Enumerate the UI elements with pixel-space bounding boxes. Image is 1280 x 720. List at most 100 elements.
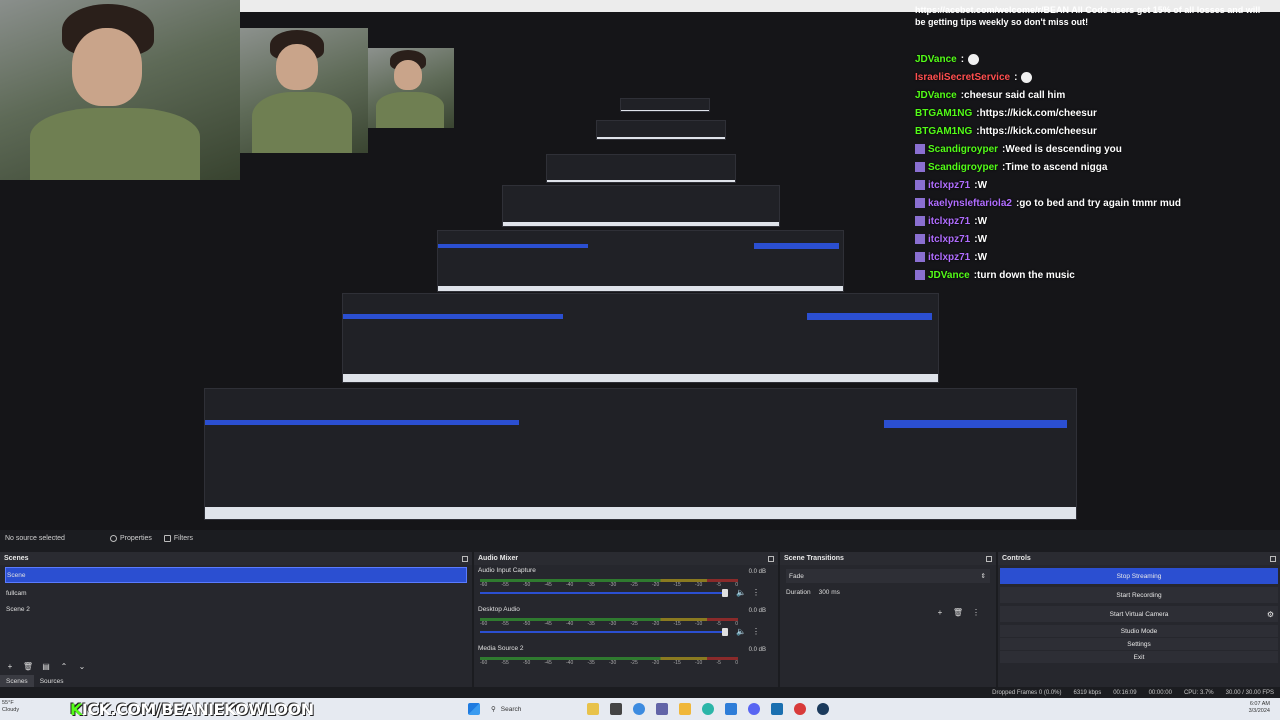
discord-icon[interactable] — [748, 703, 760, 715]
properties-button[interactable]: Properties — [110, 534, 152, 542]
obs-icon[interactable] — [794, 703, 806, 715]
undock-icon[interactable] — [986, 555, 992, 562]
filters-button[interactable]: Filters — [163, 534, 193, 542]
weather-desc: Cloudy — [2, 707, 20, 713]
folder-icon[interactable] — [679, 703, 691, 715]
badge-icon — [915, 162, 925, 172]
chat-username: itclxpz71 — [928, 179, 971, 191]
trash-icon[interactable]: 🗑 — [22, 660, 34, 672]
chevron-up-icon[interactable]: ⌃ — [58, 660, 70, 672]
cpu-usage: CPU: 3.7% — [1183, 689, 1214, 696]
volume-slider[interactable] — [480, 631, 726, 633]
trash-icon[interactable]: 🗑 — [952, 606, 964, 618]
mixer-channel: Audio Input Capture 0.0 dB -60 -55 -50 -45 -40… — [478, 567, 774, 604]
undock-icon[interactable] — [1270, 555, 1276, 562]
start-virtual-camera-button[interactable]: Start Virtual Camera ⚙ — [1000, 606, 1278, 622]
gear-icon[interactable]: ⚙ — [1267, 610, 1274, 619]
chat-text: https://kick.com/cheesur — [979, 125, 1097, 137]
chat-text: turn down the music — [977, 269, 1075, 281]
steam-icon[interactable] — [817, 703, 829, 715]
chat-message: JDVance: — [915, 50, 1275, 68]
filter-icon[interactable]: ▤ — [40, 660, 52, 672]
badge-icon — [915, 198, 925, 208]
meter-tick: -5 — [716, 582, 721, 588]
windows-start-icon[interactable] — [468, 703, 480, 715]
undock-icon[interactable] — [768, 555, 774, 562]
add-icon[interactable]: + — [934, 606, 946, 618]
channel-db: 0.0 dB — [748, 608, 766, 614]
properties-label: Properties — [120, 534, 152, 542]
exit-button[interactable]: Exit — [1000, 651, 1278, 663]
taskbar: 55°F Cloudy KICK.COM/BEANIEKOWLOON ⚲ Sea… — [0, 698, 1280, 720]
fps: 30.00 / 30.00 FPS — [1225, 689, 1274, 696]
volume-slider-handle[interactable] — [722, 589, 728, 597]
mixer-channel: Media Source 2 0.0 dB -60 -55 -50 -45 -40 -35 -3… — [478, 645, 774, 682]
chevron-down-icon[interactable]: ⌄ — [76, 660, 88, 672]
meter-tick: -40 — [566, 621, 574, 627]
nested-preview-5 — [546, 154, 736, 183]
edge-icon[interactable] — [702, 703, 714, 715]
settings-button[interactable]: Settings — [1000, 638, 1278, 650]
status-bar: Dropped Frames 0 (0.0%) 6319 kbps 00:16:… — [0, 687, 1280, 698]
scene-transitions-dock: Scene Transitions Fade ⇕ Duration 300 ms… — [780, 552, 996, 698]
app-icon[interactable] — [771, 703, 783, 715]
chat-text: W — [977, 251, 988, 263]
chat-message: IsraeliSecretService: — [915, 68, 1275, 86]
badge-icon — [915, 234, 925, 244]
chat-text: Weed is descending you — [1005, 143, 1122, 155]
speaker-icon[interactable]: 🔈 — [736, 588, 746, 597]
meter-tick: -30 — [609, 660, 617, 666]
start-recording-button[interactable]: Start Recording — [1000, 587, 1278, 603]
meter-tick: -35 — [587, 582, 595, 588]
webcam-feed-echo-1 — [240, 28, 368, 153]
transition-select[interactable]: Fade ⇕ — [786, 569, 990, 583]
chrome-icon[interactable] — [633, 703, 645, 715]
stop-streaming-button[interactable]: Stop Streaming — [1000, 568, 1278, 584]
scene-item-fullcam[interactable]: fullcam — [0, 585, 472, 601]
taskbar-apps: ⚲ Search — [468, 702, 840, 716]
chat-username: JDVance — [915, 89, 957, 101]
channel-db: 0.0 dB — [748, 569, 766, 575]
more-icon[interactable]: ⋮ — [752, 627, 760, 636]
scene-item-scene[interactable]: Scene — [5, 567, 467, 583]
speaker-icon[interactable]: 🔈 — [736, 627, 746, 636]
meter-tick: -10 — [695, 582, 703, 588]
meter-tick: -45 — [544, 621, 552, 627]
meter-tick: -45 — [544, 660, 552, 666]
nested-preview-3 — [437, 230, 844, 292]
scene-item-scene-2[interactable]: Scene 2 — [0, 601, 472, 617]
volume-slider-handle[interactable] — [722, 628, 728, 636]
meter-tick: -25 — [630, 621, 638, 627]
chat-promo-line: https://acebet.com/welcome/r/BEAN All Co… — [915, 5, 1261, 15]
scenes-dock: Scenes Scene fullcam Scene 2 + 🗑 ▤ ⌃ ⌄ S… — [0, 552, 472, 698]
obs-main-window: No source selected Properties Filters Sc… — [0, 530, 1280, 698]
clock-date: 3/3/2024 — [1248, 708, 1270, 714]
meter-tick: 0 — [735, 660, 738, 666]
meter-tick: -60 — [480, 582, 488, 588]
duration-field[interactable]: Duration 300 ms — [786, 589, 990, 596]
mixer-channels: Audio Input Capture 0.0 dB -60 -55 -50 -45 -40… — [474, 567, 778, 682]
taskbar-clock[interactable]: 6:07 AM 3/3/2024 — [1249, 701, 1270, 715]
file-explorer-icon[interactable] — [587, 703, 599, 715]
more-icon[interactable]: ⋮ — [970, 606, 982, 618]
weather-widget[interactable]: 55°F Cloudy — [2, 700, 19, 714]
store-icon[interactable] — [725, 703, 737, 715]
task-view-icon[interactable] — [610, 703, 622, 715]
volume-slider[interactable] — [480, 592, 726, 594]
mixer-channel: Desktop Audio 0.0 dB -60 -55 -50 -45 -40 -35 -30… — [478, 606, 774, 643]
teams-icon[interactable] — [656, 703, 668, 715]
taskbar-search[interactable]: ⚲ Search — [491, 702, 579, 716]
chat-message: Scandigroyper: Time to ascend nigga — [915, 158, 1275, 176]
meter-tick: -35 — [587, 621, 595, 627]
chat-text: cheesur said call him — [964, 89, 1066, 101]
kick-banner: KICK.COM/BEANIEKOWLOON — [70, 700, 314, 719]
undock-icon[interactable] — [462, 555, 468, 562]
chat-username: itclxpz71 — [928, 215, 971, 227]
meter-tick: -5 — [716, 621, 721, 627]
duration-label: Duration — [786, 589, 811, 596]
more-icon[interactable]: ⋮ — [752, 588, 760, 597]
meter-tick: -25 — [630, 660, 638, 666]
add-icon[interactable]: + — [4, 660, 16, 672]
studio-mode-button[interactable]: Studio Mode — [1000, 625, 1278, 637]
meter-tick: -15 — [673, 660, 681, 666]
